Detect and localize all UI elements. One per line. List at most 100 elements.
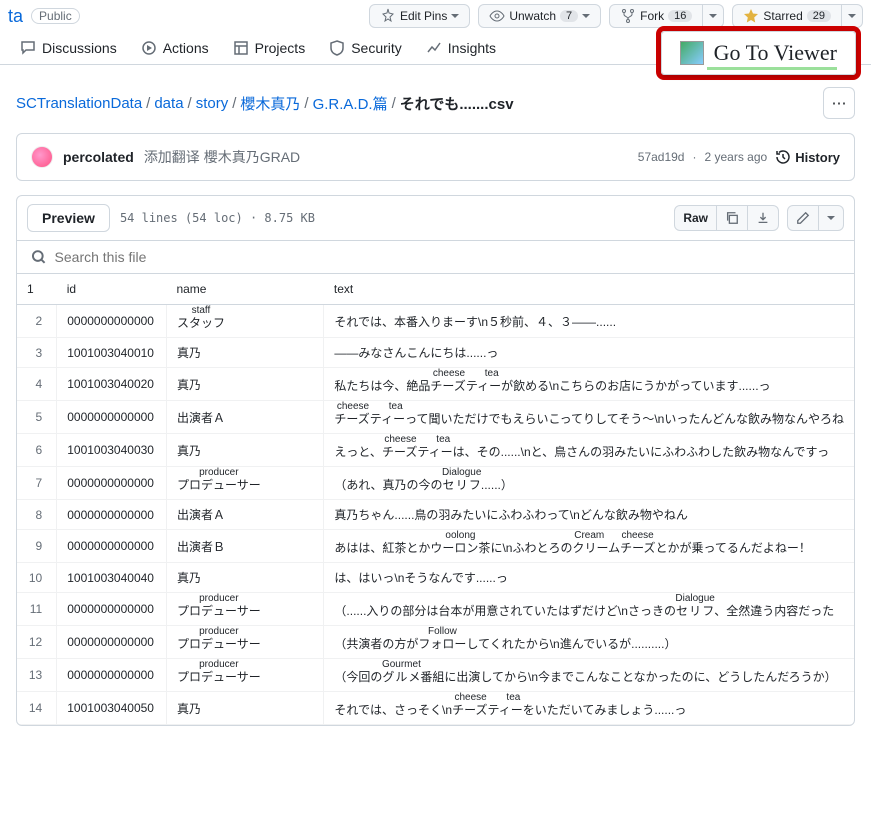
viewer-icon <box>680 41 704 65</box>
cell-name: スタッフstaff <box>166 305 323 338</box>
commit-message[interactable]: 添加翻译 櫻木真乃GRAD <box>144 147 300 167</box>
download-button[interactable] <box>748 205 779 231</box>
star-icon <box>743 8 759 24</box>
cell-name: 出演者Ａ <box>166 500 323 530</box>
table-row: 50000000000000出演者Ａチーズティーcheese teaって聞いただ… <box>17 401 854 434</box>
cell-id: 0000000000000 <box>57 401 167 434</box>
table-row: 101001003040040真乃は、はいっ\nそうなんです......っ <box>17 563 854 593</box>
edit-pins-button[interactable]: Edit Pins <box>369 4 470 28</box>
edit-dropdown[interactable] <box>819 205 844 231</box>
line-number: 6 <box>17 434 57 467</box>
cell-id: 0000000000000 <box>57 626 167 659</box>
edit-button[interactable] <box>787 205 819 231</box>
tab-insights[interactable]: Insights <box>414 32 508 64</box>
csv-table: 1 id name text 20000000000000スタッフstaffそれ… <box>17 274 854 725</box>
cell-name: プロデューサーproducer <box>166 593 323 626</box>
cell-text: （今回のグルメGourmet番組に出演してから\n今までこんなことなかったのに、… <box>324 659 854 692</box>
line-number: 9 <box>17 530 57 563</box>
avatar[interactable] <box>31 146 53 168</box>
cell-name: 出演者Ｂ <box>166 530 323 563</box>
col-id: id <box>57 274 167 305</box>
breadcrumb-part[interactable]: story <box>196 95 229 112</box>
cell-text: は、はいっ\nそうなんです......っ <box>324 563 854 593</box>
line-number: 4 <box>17 368 57 401</box>
starred-button[interactable]: Starred 29 <box>732 4 842 28</box>
cell-name: プロデューサーproducer <box>166 659 323 692</box>
table-row: 70000000000000プロデューサーproducer（あれ、真乃の今のセリ… <box>17 467 854 500</box>
breadcrumb-root[interactable]: SCTranslationData <box>16 95 142 112</box>
graph-icon <box>426 40 442 56</box>
fork-button[interactable]: Fork 16 <box>609 4 703 28</box>
cell-name: 真乃 <box>166 338 323 368</box>
shield-icon <box>329 40 345 56</box>
cell-name: 真乃 <box>166 563 323 593</box>
line-number: 12 <box>17 626 57 659</box>
line-number: 3 <box>17 338 57 368</box>
cell-text: それでは、さっそく\nチーズティーcheese teaをいただいてみましょう..… <box>324 692 854 725</box>
repo-name-suffix[interactable]: ta <box>8 6 23 27</box>
search-icon <box>31 249 47 265</box>
table-icon <box>233 40 249 56</box>
table-row: 41001003040020真乃私たちは今、絶品チーズティーcheese tea… <box>17 368 854 401</box>
starred-dropdown[interactable] <box>842 4 863 28</box>
col-text: text <box>324 274 854 305</box>
pencil-icon <box>796 211 810 225</box>
cell-id: 1001003040010 <box>57 338 167 368</box>
fork-icon <box>620 8 636 24</box>
cell-text: （共演者の方がフォローFollowしてくれたから\n進んでいるが........… <box>324 626 854 659</box>
more-actions-button[interactable]: ⋯ <box>823 87 855 119</box>
breadcrumb-part[interactable]: G.R.A.D.篇 <box>313 93 388 114</box>
table-row: 141001003040050真乃それでは、さっそく\nチーズティーcheese… <box>17 692 854 725</box>
cell-text: 私たちは今、絶品チーズティーcheese teaが飲める\nこちらのお店にうかが… <box>324 368 854 401</box>
search-input[interactable] <box>55 249 840 265</box>
tab-actions[interactable]: Actions <box>129 32 221 64</box>
commit-sha[interactable]: 57ad19d <box>638 150 685 164</box>
latest-commit: percolated 添加翻译 櫻木真乃GRAD 57ad19d · 2 yea… <box>16 133 855 181</box>
copy-button[interactable] <box>717 205 748 231</box>
cell-text: それでは、本番入りまーす\n５秒前、４、３――...... <box>324 305 854 338</box>
line-number: 5 <box>17 401 57 434</box>
unwatch-button[interactable]: Unwatch 7 <box>478 4 601 28</box>
line-number: 7 <box>17 467 57 500</box>
table-row: 31001003040010真乃――みなさんこんにちは......っ <box>17 338 854 368</box>
line-number: 14 <box>17 692 57 725</box>
cell-text: （あれ、真乃の今のセリフDialogue......） <box>324 467 854 500</box>
cell-id: 0000000000000 <box>57 500 167 530</box>
cell-id: 0000000000000 <box>57 530 167 563</box>
raw-button[interactable]: Raw <box>674 205 717 231</box>
fork-dropdown[interactable] <box>703 4 724 28</box>
cell-text: あはは、紅茶とかウーロン茶oolongに\nふわとろのクリームチーズCream … <box>324 530 854 563</box>
commit-author[interactable]: percolated <box>63 149 134 165</box>
line-number: 13 <box>17 659 57 692</box>
table-row: 130000000000000プロデューサーproducer（今回のグルメGou… <box>17 659 854 692</box>
line-number-header: 1 <box>17 274 57 305</box>
cell-text: チーズティーcheese teaって聞いただけでもえらいこってりしてそう～\nい… <box>324 401 854 434</box>
breadcrumb-part[interactable]: data <box>154 95 183 112</box>
cell-text: 真乃ちゃん......鳥の羽みたいにふわふわって\nどんな飲み物やねん <box>324 500 854 530</box>
tab-security[interactable]: Security <box>317 32 414 64</box>
preview-button[interactable]: Preview <box>27 204 110 232</box>
table-row: 80000000000000出演者Ａ真乃ちゃん......鳥の羽みたいにふわふわ… <box>17 500 854 530</box>
history-link[interactable]: History <box>775 149 840 165</box>
pin-icon <box>380 8 396 24</box>
go-to-viewer-button[interactable]: Go To Viewer <box>656 26 861 80</box>
cell-name: 出演者Ａ <box>166 401 323 434</box>
comment-icon <box>20 40 36 56</box>
cell-name: 真乃 <box>166 692 323 725</box>
cell-name: プロデューサーproducer <box>166 626 323 659</box>
tab-discussions[interactable]: Discussions <box>8 32 129 64</box>
history-icon <box>775 149 791 165</box>
commit-age: 2 years ago <box>704 150 767 164</box>
eye-icon <box>489 8 505 24</box>
table-row: 120000000000000プロデューサーproducer（共演者の方がフォロ… <box>17 626 854 659</box>
cell-text: ――みなさんこんにちは......っ <box>324 338 854 368</box>
breadcrumb-part[interactable]: 櫻木真乃 <box>240 93 300 114</box>
table-row: 90000000000000出演者Ｂあはは、紅茶とかウーロン茶oolongに\n… <box>17 530 854 563</box>
copy-icon <box>725 211 739 225</box>
tab-projects[interactable]: Projects <box>221 32 318 64</box>
breadcrumb-current: それでも.......csv <box>400 93 514 114</box>
play-icon <box>141 40 157 56</box>
cell-text: えっと、チーズティーcheese teaは、その......\nと、鳥さんの羽み… <box>324 434 854 467</box>
cell-id: 0000000000000 <box>57 593 167 626</box>
cell-id: 0000000000000 <box>57 659 167 692</box>
